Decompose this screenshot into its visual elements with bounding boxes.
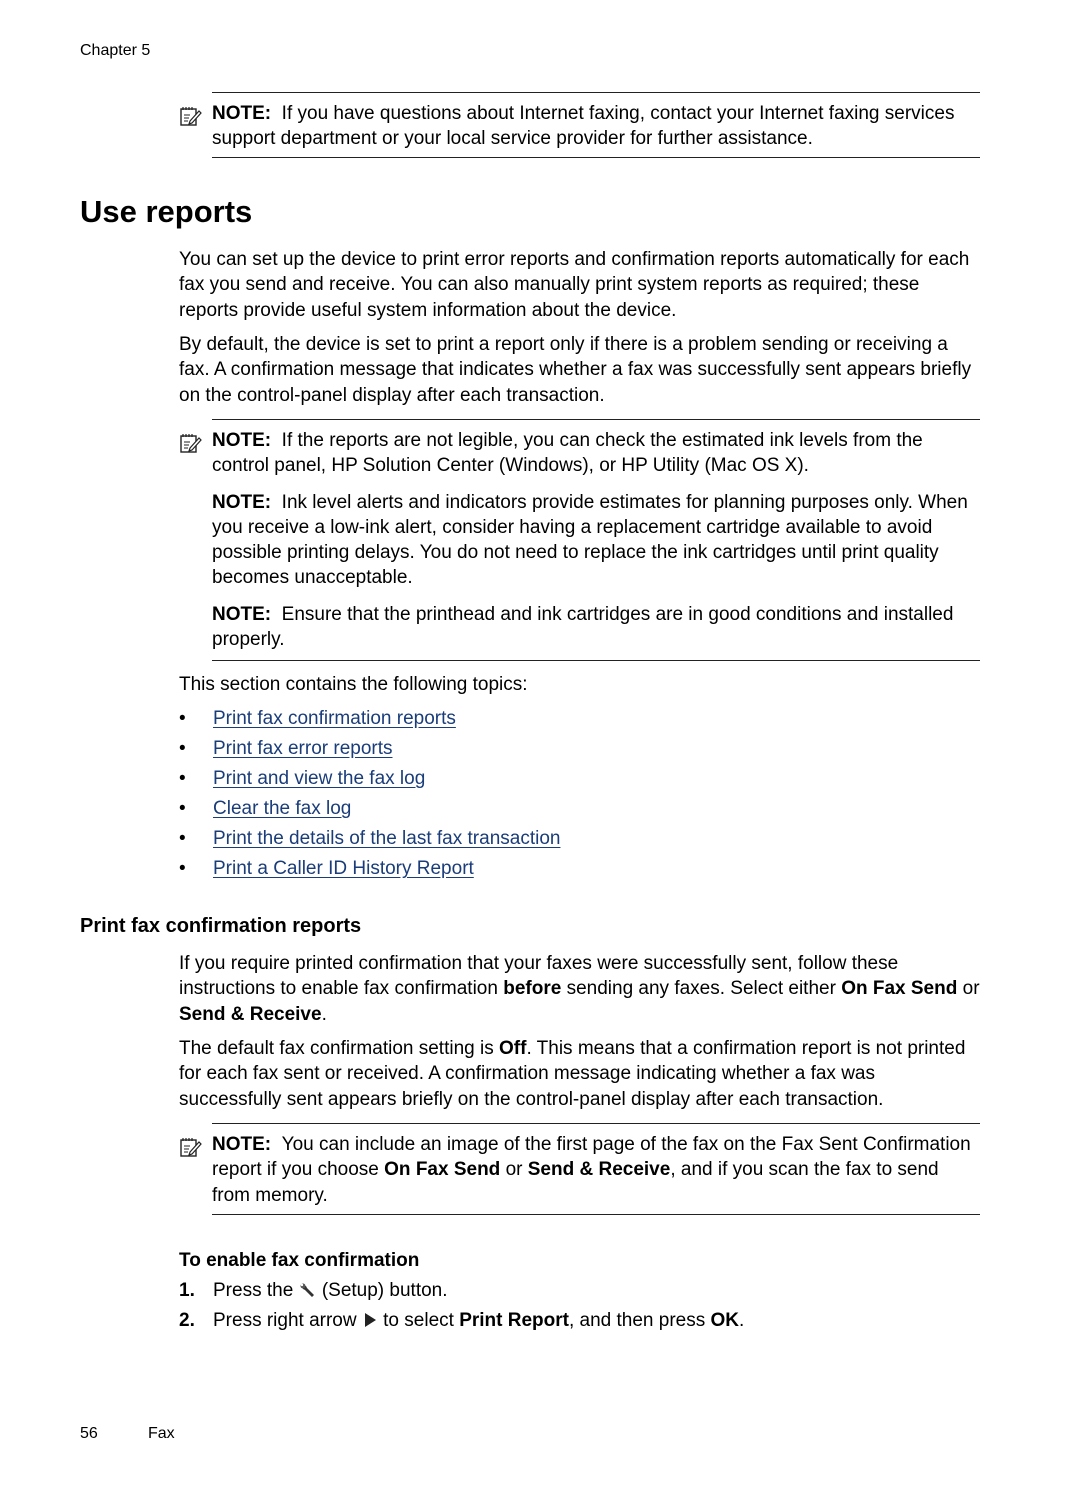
bold-text: Send & Receive	[527, 1159, 671, 1181]
step: 2. Press right arrow to select Print Rep…	[179, 1308, 744, 1338]
bold-text: Off	[499, 1038, 527, 1059]
note-ink-legibility: NOTE: If the reports are not legible, yo…	[212, 428, 981, 479]
step-number: 2.	[179, 1310, 195, 1331]
topic-link-clear-fax-log[interactable]: Clear the fax log	[213, 798, 351, 819]
notes-block: NOTE: If the reports are not legible, yo…	[179, 428, 981, 652]
divider	[212, 157, 980, 158]
list-item: • Print the details of the last fax trans…	[179, 826, 560, 856]
note-ink-alerts: NOTE: Ink level alerts and indicators pr…	[212, 490, 981, 591]
bold-text: Send & Receive	[179, 1003, 322, 1025]
divider	[212, 660, 980, 661]
running-head: Chapter 5	[80, 42, 151, 59]
text: or	[957, 978, 980, 1000]
text: The default fax confirmation setting is	[179, 1038, 499, 1059]
divider	[212, 1214, 980, 1215]
note-pencil-icon	[180, 1138, 202, 1157]
bullet: •	[179, 708, 186, 729]
page-number: 56	[80, 1425, 98, 1442]
topics-list: • Print fax confirmation reports • Print f…	[179, 706, 560, 886]
bold-text: On Fax Send	[384, 1159, 501, 1181]
bullet: •	[179, 798, 186, 819]
confirmation-paragraph-2: The default fax confirmation setting is …	[179, 1036, 981, 1112]
note-label: NOTE:	[212, 491, 272, 513]
divider	[212, 92, 980, 93]
footer-section: Fax	[148, 1425, 175, 1442]
bold-text: OK	[710, 1310, 740, 1331]
note-body: Ink level alerts and indicators provide …	[212, 491, 968, 589]
procedure-title: To enable fax confirmation	[179, 1250, 420, 1271]
step: 1. Press the (Setup) button.	[179, 1278, 744, 1308]
text: .	[739, 1310, 745, 1331]
text: or	[500, 1159, 528, 1181]
note-label: NOTE:	[212, 603, 272, 625]
divider	[212, 1123, 980, 1124]
bold-text: Print Report	[459, 1310, 569, 1331]
topic-link-confirmation-reports[interactable]: Print fax confirmation reports	[213, 708, 456, 729]
note-body: Ensure that the printhead and ink cartri…	[212, 603, 954, 651]
topic-link-error-reports[interactable]: Print fax error reports	[213, 738, 393, 759]
topic-link-last-transaction[interactable]: Print the details of the last fax transa…	[213, 828, 560, 849]
list-item: • Print a Caller ID History Report	[179, 856, 560, 886]
note-fax-image: NOTE: You can include an image of the fi…	[179, 1132, 981, 1208]
intro-paragraph-1: You can set up the device to print error…	[179, 249, 970, 321]
subsection-title: Print fax confirmation reports	[80, 915, 362, 937]
divider	[212, 419, 980, 420]
note-body: If you have questions about Internet fax…	[212, 103, 955, 150]
topic-link-caller-id[interactable]: Print a Caller ID History Report	[213, 858, 474, 879]
list-item: • Print fax confirmation reports	[179, 706, 560, 736]
text: Press the	[213, 1280, 299, 1301]
confirmation-paragraph-1: If you require printed confirmation that…	[179, 951, 981, 1027]
bullet: •	[179, 828, 186, 849]
list-item: • Print and view the fax log	[179, 766, 560, 796]
setup-wrench-icon	[300, 1283, 314, 1297]
note-pencil-icon	[180, 107, 202, 126]
text: Press right arrow	[213, 1310, 362, 1331]
topics-intro: This section contains the following topi…	[179, 674, 528, 695]
note-label: NOTE:	[212, 1134, 272, 1155]
step-number: 1.	[179, 1280, 195, 1301]
note-pencil-icon	[180, 434, 202, 453]
note-label: NOTE:	[212, 103, 272, 124]
bullet: •	[179, 858, 186, 879]
note-internet-faxing: NOTE: If you have questions about Intern…	[179, 101, 981, 152]
text: .	[321, 1003, 327, 1025]
section-title: Use reports	[80, 194, 253, 229]
topic-link-fax-log[interactable]: Print and view the fax log	[213, 768, 425, 789]
bold-text: before	[503, 978, 562, 1000]
note-printhead: NOTE: Ensure that the printhead and ink …	[212, 602, 981, 653]
procedure-steps: 1. Press the (Setup) button. 2. Press ri…	[179, 1278, 744, 1338]
text: , and then press	[568, 1310, 711, 1331]
text: to select	[377, 1310, 460, 1331]
text: (Setup) button.	[316, 1280, 448, 1301]
list-item: • Clear the fax log	[179, 796, 560, 826]
bullet: •	[179, 768, 186, 789]
note-body: If the reports are not legible, you can …	[212, 430, 923, 477]
note-label: NOTE:	[212, 430, 272, 451]
right-arrow-icon	[364, 1313, 376, 1327]
intro-paragraph-2: By default, the device is set to print a…	[179, 334, 972, 406]
text: sending any faxes. Select either	[561, 978, 842, 1000]
bullet: •	[179, 738, 186, 759]
list-item: • Print fax error reports	[179, 736, 560, 766]
bold-text: On Fax Send	[841, 978, 958, 1000]
